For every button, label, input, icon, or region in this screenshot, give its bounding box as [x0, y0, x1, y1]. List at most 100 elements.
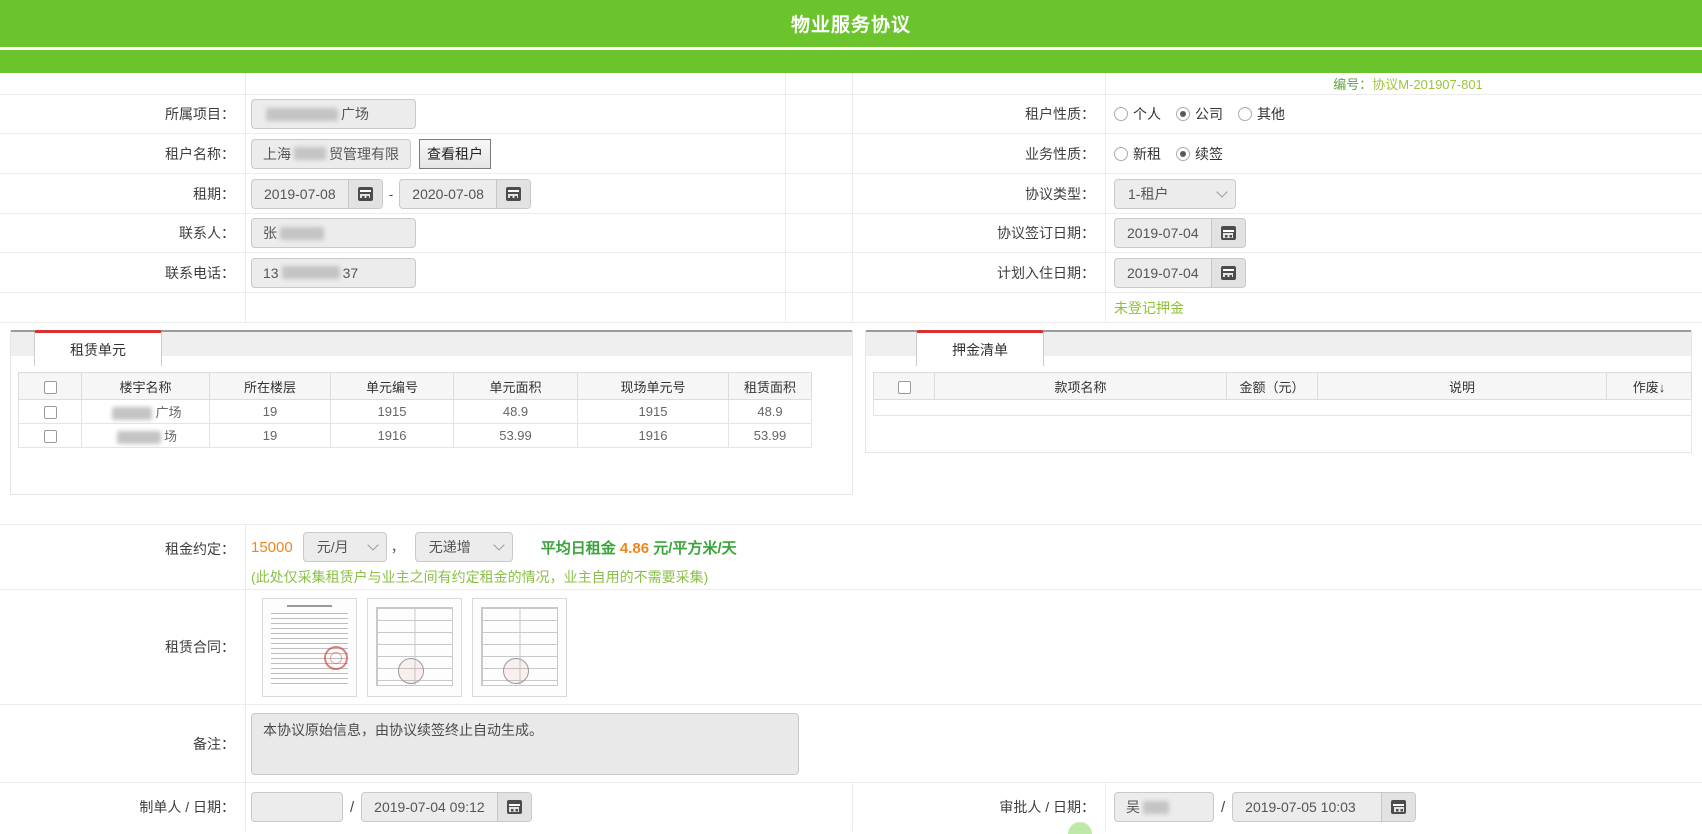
move-in-date-calendar-button[interactable] — [1211, 259, 1245, 287]
radio-label: 公司 — [1195, 104, 1223, 124]
contract-attachments — [245, 590, 1702, 704]
contact-value-prefix: 张 — [263, 223, 277, 243]
radio-icon[interactable] — [1238, 107, 1252, 121]
radio-tenant-individual[interactable]: 个人 — [1114, 104, 1161, 124]
lease-end-calendar-button[interactable] — [496, 180, 530, 208]
sign-date-label: 协议签订日期： — [852, 214, 1105, 252]
sign-date-input[interactable]: 2019-07-04 — [1115, 219, 1211, 247]
approver-date-input[interactable]: 2019-07-05 10:03 — [1233, 793, 1381, 821]
redacted-text — [282, 266, 340, 279]
lease-term-label: 租期： — [0, 174, 245, 213]
doc-number-value: 协议M-201907-801 — [1372, 74, 1483, 93]
spacer-cell — [0, 73, 245, 94]
creator-date-group: 2019-07-04 09:12 — [361, 792, 532, 822]
redacted-text — [112, 407, 152, 420]
round-stamp-icon — [398, 658, 424, 684]
creator-date-input[interactable]: 2019-07-04 09:12 — [362, 793, 497, 821]
deposit-tab-strip: 押金清单 — [866, 330, 1691, 356]
approver-date-calendar-button[interactable] — [1381, 793, 1415, 821]
agreement-type-label: 协议类型： — [852, 174, 1105, 213]
unit-no-cell: 1916 — [331, 424, 454, 448]
unit-panel: 租赁单元 楼宇名称 所在楼层 单元编号 单元面积 现场单元号 租赁面积 — [10, 330, 853, 495]
spacer-cell — [785, 95, 852, 133]
spacer-cell — [852, 293, 1105, 322]
row-checkbox[interactable] — [44, 430, 57, 443]
lease-end-input[interactable]: 2020-07-08 — [400, 180, 496, 208]
row-checkbox[interactable] — [44, 406, 57, 419]
radio-icon[interactable] — [1114, 147, 1128, 161]
phone-input[interactable]: 13 37 — [251, 258, 416, 288]
lease-start-calendar-button[interactable] — [348, 180, 382, 208]
tab-deposit-list[interactable]: 押金清单 — [916, 330, 1044, 366]
rent-note: (此处仅采集租赁户与业主之间有约定租金的情况，业主自用的不需要采集) — [251, 567, 1702, 587]
rent-amount: 15000 — [251, 539, 293, 556]
unit-table: 楼宇名称 所在楼层 单元编号 单元面积 现场单元号 租赁面积 广场 19 191… — [18, 372, 812, 448]
select-all-checkbox[interactable] — [44, 381, 57, 394]
radio-business-new[interactable]: 新租 — [1114, 144, 1161, 164]
deposit-status-text: 未登记押金 — [1114, 298, 1184, 318]
select-all-checkbox[interactable] — [898, 381, 911, 394]
approver-label: 审批人 / 日期： — [852, 783, 1105, 831]
lease-area-cell: 48.9 — [729, 400, 812, 424]
lease-term-row: 租期： 2019-07-08 - 2020-07-08 协议类型： 1-租户 — [0, 174, 1702, 214]
doc-number-label: 编号： — [1333, 74, 1372, 93]
select-all-header — [19, 373, 82, 400]
site-no-cell: 1915 — [578, 400, 729, 424]
project-label: 所属项目： — [0, 95, 245, 133]
radio-icon[interactable] — [1114, 107, 1128, 121]
site-no-cell: 1916 — [578, 424, 729, 448]
radio-tenant-company[interactable]: 公司 — [1176, 104, 1223, 124]
project-row: 所属项目： 广场 租户性质： 个人 公司 其他 — [0, 95, 1702, 134]
title-bar: 物业服务协议 — [0, 0, 1702, 50]
column-header: 金额（元） — [1227, 373, 1318, 400]
business-type-label: 业务性质： — [852, 134, 1105, 173]
remark-textarea[interactable]: 本协议原始信息，由协议续签终止自动生成。 — [251, 713, 799, 775]
radio-label: 续签 — [1195, 144, 1223, 164]
rent-increase-value: 无递增 — [429, 537, 471, 557]
contact-input[interactable]: 张 — [251, 218, 416, 248]
floor-cell: 19 — [210, 424, 331, 448]
redacted-text — [280, 227, 324, 240]
rent-increase-select[interactable]: 无递增 — [415, 532, 513, 562]
rent-label: 租金约定： — [0, 525, 245, 589]
radio-business-renew[interactable]: 续签 — [1176, 144, 1223, 164]
radio-tenant-other[interactable]: 其他 — [1238, 104, 1285, 124]
approver-date-group: 2019-07-05 10:03 — [1232, 792, 1416, 822]
sign-date-calendar-button[interactable] — [1211, 219, 1245, 247]
creator-label: 制单人 / 日期： — [0, 783, 245, 831]
agreement-type-value: 1-租户 — [1128, 184, 1168, 204]
contact-label: 联系人： — [0, 214, 245, 252]
property-service-agreement-page: 物业服务协议 编号： 协议M-201907-801 所属项目： 广场 租户性质：… — [0, 0, 1702, 834]
approver-name-input[interactable]: 吴 — [1114, 792, 1214, 822]
tenant-name-input[interactable]: 上海 贸管理有限 — [251, 139, 411, 169]
rent-unit-select[interactable]: 元/月 — [303, 532, 387, 562]
phone-row: 联系电话： 13 37 计划入住日期： 2019-07-04 — [0, 253, 1702, 293]
contract-image-2[interactable] — [367, 598, 462, 697]
radio-icon[interactable] — [1176, 107, 1190, 121]
redacted-text — [117, 431, 161, 444]
agreement-type-select[interactable]: 1-租户 — [1114, 179, 1236, 209]
spacer-cell — [785, 214, 852, 252]
project-value-suffix: 广场 — [341, 104, 369, 124]
spacer-cell — [785, 293, 852, 322]
column-header-sortable[interactable]: 作废↓ — [1607, 373, 1692, 400]
tab-rental-units[interactable]: 租赁单元 — [34, 330, 162, 366]
lease-start-input[interactable]: 2019-07-08 — [252, 180, 348, 208]
view-tenant-button[interactable]: 查看租户 — [419, 139, 491, 169]
creator-name-input[interactable] — [251, 792, 343, 822]
contract-image-1[interactable] — [262, 598, 357, 697]
remark-label: 备注： — [0, 705, 245, 782]
avg-rent-value: 4.86 — [620, 540, 649, 557]
creator-date-calendar-button[interactable] — [497, 793, 531, 821]
move-in-date-input[interactable]: 2019-07-04 — [1115, 259, 1211, 287]
calendar-icon — [507, 800, 522, 814]
radio-icon[interactable] — [1176, 147, 1190, 161]
doc-number: 编号： 协议M-201907-801 — [1105, 73, 1702, 94]
calendar-icon — [1221, 266, 1236, 280]
spacer-cell — [785, 253, 852, 292]
move-in-date-label: 计划入住日期： — [852, 253, 1105, 292]
column-header: 说明 — [1318, 373, 1607, 400]
project-input[interactable]: 广场 — [251, 99, 416, 129]
contract-image-3[interactable] — [472, 598, 567, 697]
table-row: 广场 19 1915 48.9 1915 48.9 — [19, 400, 812, 424]
